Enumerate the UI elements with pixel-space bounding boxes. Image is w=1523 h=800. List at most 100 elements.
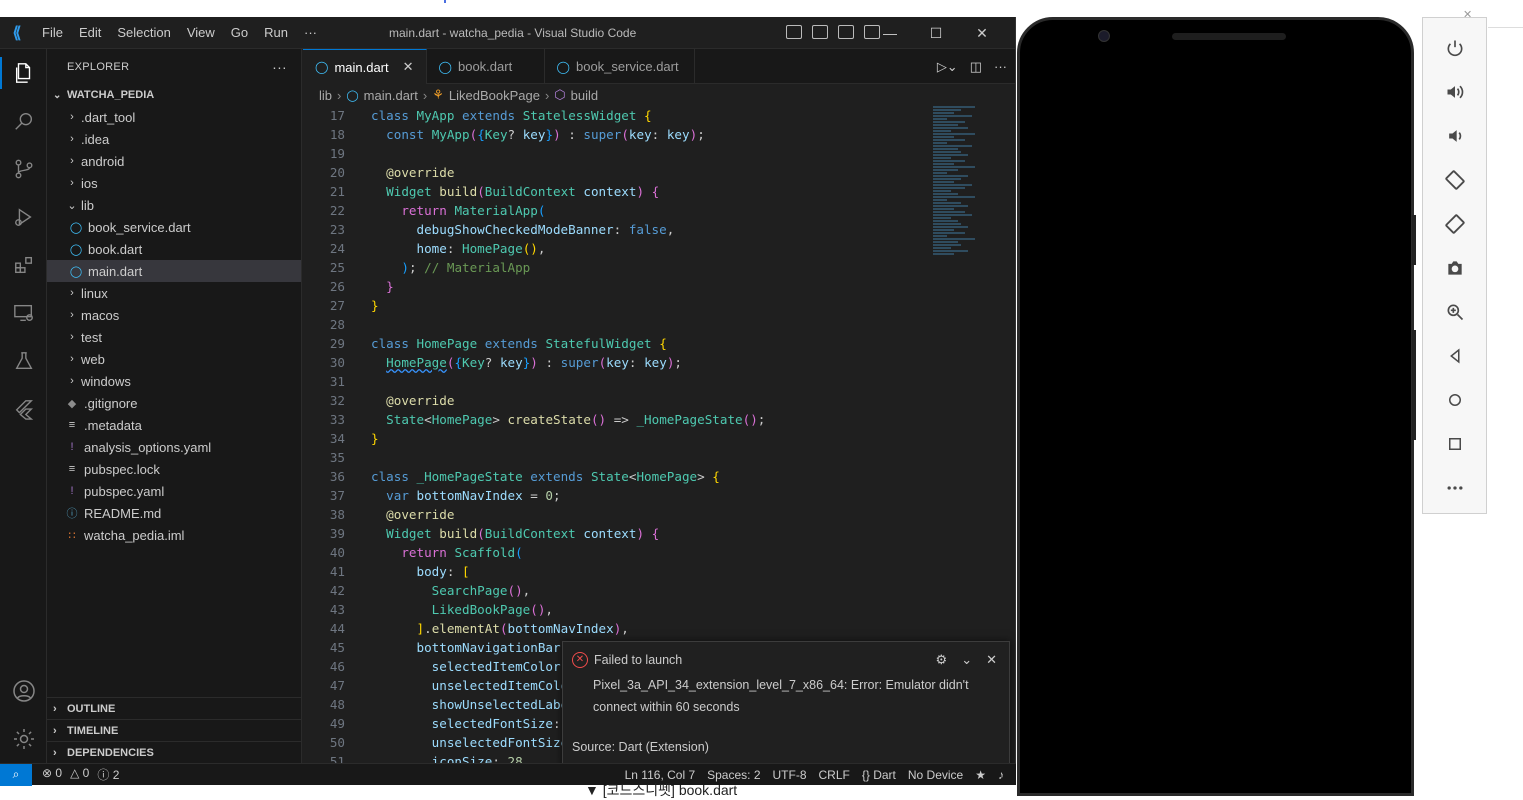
tree-item[interactable]: › ios: [47, 172, 301, 194]
tree-item[interactable]: › linux: [47, 282, 301, 304]
minimap-line: [933, 181, 954, 183]
minimize-icon[interactable]: —: [867, 17, 913, 49]
tab-book-dart[interactable]: ◯ book.dart: [427, 49, 545, 84]
tree-item[interactable]: ! analysis_options.yaml: [47, 436, 301, 458]
tree-item[interactable]: › test: [47, 326, 301, 348]
close-icon[interactable]: ✕: [986, 652, 997, 668]
more-options-icon[interactable]: [1423, 466, 1486, 510]
rotate-left-icon[interactable]: [1423, 158, 1486, 202]
run-dropdown-icon[interactable]: ▷⌄: [937, 59, 958, 75]
flutter-icon[interactable]: [0, 385, 47, 433]
tree-item[interactable]: ⌄ lib: [47, 194, 301, 216]
tree-item[interactable]: ◯ book_service.dart: [47, 216, 301, 238]
tree-item[interactable]: ⓘ README.md: [47, 502, 301, 524]
chevron-right-icon: ›: [70, 177, 74, 189]
volume-down-icon[interactable]: [1423, 114, 1486, 158]
encoding[interactable]: UTF-8: [773, 768, 807, 782]
tree-item[interactable]: ≡ pubspec.lock: [47, 458, 301, 480]
tree-item[interactable]: › windows: [47, 370, 301, 392]
toggle-panel-icon[interactable]: [812, 25, 828, 39]
overview-icon[interactable]: [1423, 422, 1486, 466]
problems-indicator[interactable]: ⊗ 0 △ 0 ⓘ 2: [32, 766, 119, 783]
back-icon[interactable]: [1423, 334, 1486, 378]
tree-item[interactable]: ≡ .metadata: [47, 414, 301, 436]
workspace-root[interactable]: ⌄ WATCHA_PEDIA: [47, 84, 301, 106]
more-actions-icon[interactable]: ···: [994, 59, 1007, 74]
code-text: ].elementAt(bottomNavIndex),: [416, 621, 629, 636]
breadcrumb-method[interactable]: build: [571, 88, 598, 103]
breadcrumb-main-dart[interactable]: main.dart: [364, 88, 418, 103]
maximize-icon[interactable]: ☐: [913, 17, 959, 49]
minimap-line: [933, 253, 954, 255]
breadcrumb-class[interactable]: LikedBookPage: [449, 88, 540, 103]
explorer-more-button[interactable]: ···: [272, 59, 287, 75]
tree-item[interactable]: ∷ watcha_pedia.iml: [47, 524, 301, 546]
split-editor-icon[interactable]: ◫: [970, 59, 982, 75]
close-tab-icon[interactable]: ✕: [403, 59, 414, 75]
screenshot-camera-icon[interactable]: [1423, 246, 1486, 290]
code-text: var bottomNavIndex = 0;: [386, 488, 561, 503]
layout-controls: [786, 25, 880, 39]
language-mode[interactable]: {} Dart: [862, 768, 896, 782]
line-number: 37: [329, 488, 345, 503]
search-icon[interactable]: [0, 97, 47, 145]
menu-view[interactable]: View: [179, 17, 223, 49]
gear-icon[interactable]: ⚙: [936, 652, 948, 668]
minimap-line: [933, 208, 954, 210]
minimap-line: [933, 229, 954, 231]
tree-item[interactable]: ◯ book.dart: [47, 238, 301, 260]
feedback-icon[interactable]: ★: [975, 768, 986, 782]
tree-item[interactable]: ! pubspec.yaml: [47, 480, 301, 502]
timeline-section[interactable]: › TIMELINE: [47, 719, 301, 741]
tab-main-dart[interactable]: ◯ main.dart ✕: [303, 49, 427, 84]
tree-item[interactable]: › macos: [47, 304, 301, 326]
notification-message: Pixel_3a_API_34_extension_level_7_x86_64…: [593, 678, 969, 714]
minimap-line: [933, 133, 975, 135]
account-icon[interactable]: [0, 667, 47, 715]
zoom-icon[interactable]: [1423, 290, 1486, 334]
menu-run[interactable]: Run: [256, 17, 296, 49]
remote-explorer-icon[interactable]: [0, 289, 47, 337]
tree-item[interactable]: › web: [47, 348, 301, 370]
toggle-sidebar-icon[interactable]: [786, 25, 802, 39]
warning-count: △ 0: [70, 766, 89, 783]
tree-item[interactable]: › android: [47, 150, 301, 172]
code-line: 24 home: HomePage(),: [303, 239, 1015, 258]
menu-more[interactable]: ···: [296, 17, 325, 49]
device-selector[interactable]: No Device: [908, 768, 963, 782]
editor-actions: ▷⌄ ◫ ···: [937, 49, 1007, 84]
tree-item[interactable]: ◯ main.dart: [47, 260, 301, 282]
tree-item[interactable]: › .dart_tool: [47, 106, 301, 128]
menu-go[interactable]: Go: [223, 17, 256, 49]
tab-book-service-dart[interactable]: ◯ book_service.dart: [545, 49, 695, 84]
android-emulator-screen[interactable]: [1017, 17, 1414, 796]
extensions-icon[interactable]: [0, 241, 47, 289]
explorer-icon[interactable]: [0, 49, 47, 97]
menu-selection[interactable]: Selection: [109, 17, 178, 49]
toggle-secondary-sidebar-icon[interactable]: [838, 25, 854, 39]
testing-icon[interactable]: [0, 337, 47, 385]
home-icon[interactable]: [1423, 378, 1486, 422]
code-text: HomePage({Key? key}) : super(key: key);: [386, 355, 683, 370]
tree-item[interactable]: › .idea: [47, 128, 301, 150]
tree-item-label: main.dart: [88, 263, 143, 279]
outline-section[interactable]: › OUTLINE: [47, 697, 301, 719]
minimap[interactable]: [933, 106, 1003, 346]
remote-indicator-icon[interactable]: ⌕: [0, 763, 32, 786]
menu-file[interactable]: File: [34, 17, 71, 49]
end-of-line[interactable]: CRLF: [819, 768, 850, 782]
power-icon[interactable]: [1423, 26, 1486, 70]
manage-gear-icon[interactable]: [0, 715, 47, 763]
source-control-icon[interactable]: [0, 145, 47, 193]
tree-item[interactable]: ◆ .gitignore: [47, 392, 301, 414]
breadcrumb-lib[interactable]: lib: [319, 88, 332, 103]
rotate-right-icon[interactable]: [1423, 202, 1486, 246]
volume-up-icon[interactable]: [1423, 70, 1486, 114]
notifications-bell-icon[interactable]: ♪: [998, 768, 1004, 782]
close-icon[interactable]: ✕: [959, 17, 1005, 49]
chevron-down-icon[interactable]: ⌄: [961, 652, 972, 668]
dependencies-section[interactable]: › DEPENDENCIES: [47, 741, 301, 763]
run-debug-icon[interactable]: [0, 193, 47, 241]
menu-edit[interactable]: Edit: [71, 17, 109, 49]
